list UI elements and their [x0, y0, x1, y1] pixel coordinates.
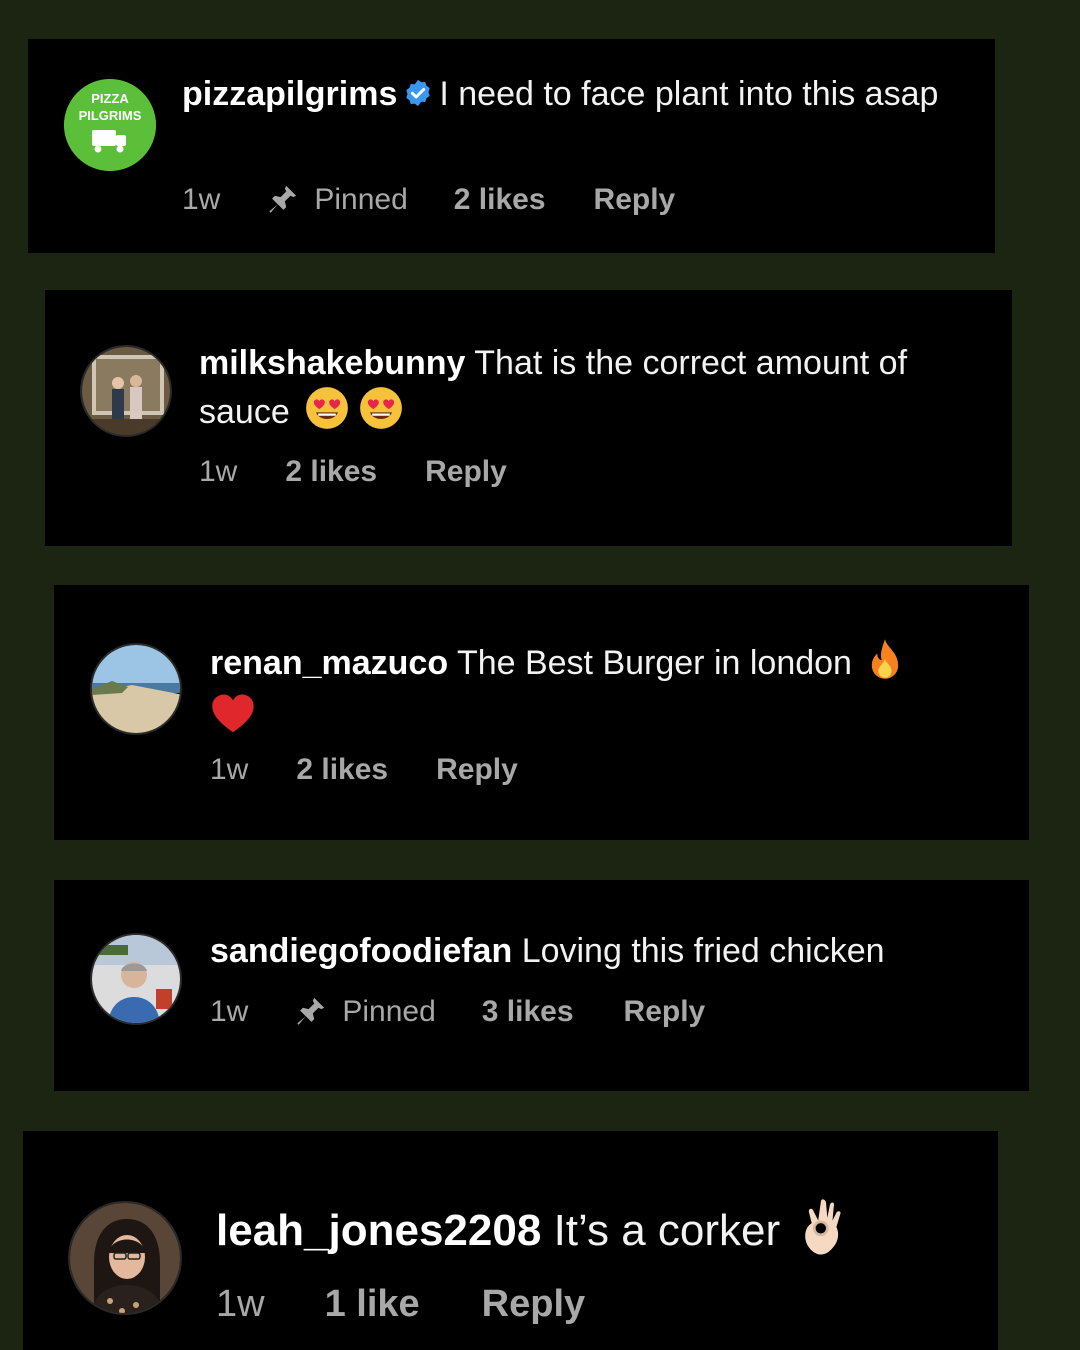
comment-meta: 1w 1 like Reply — [216, 1283, 585, 1326]
avatar[interactable] — [90, 933, 182, 1025]
likes-count[interactable]: 2 likes — [296, 753, 388, 787]
timestamp: 1w — [210, 995, 249, 1028]
timestamp: 1w — [199, 455, 238, 488]
comment-meta: 1w 2 likes Reply — [199, 455, 507, 489]
username[interactable]: sandiegofoodiefan — [210, 932, 512, 970]
man-photo — [92, 935, 180, 1023]
reply-button[interactable]: Reply — [436, 753, 518, 787]
comment-body: It’s a corker — [553, 1206, 781, 1256]
comment-text: milkshakebunny That is the correct amoun… — [199, 342, 989, 441]
heart-eyes-emoji — [305, 386, 349, 442]
avatar[interactable] — [90, 643, 182, 735]
username[interactable]: milkshakebunny — [199, 344, 465, 382]
fire-emoji — [865, 637, 905, 693]
pinned-text: Pinned — [342, 995, 436, 1028]
comment-body: The Best Burger in london — [456, 643, 852, 682]
likes-count[interactable]: 2 likes — [285, 455, 377, 489]
likes-count[interactable]: 3 likes — [482, 995, 574, 1029]
woman-photo — [70, 1203, 180, 1313]
comment-text: renan_mazuco The Best Burger in london — [210, 637, 1015, 747]
reply-button[interactable]: Reply — [624, 995, 706, 1029]
pin-icon — [269, 185, 297, 213]
comment-body: I need to face plant into this asap — [439, 75, 939, 113]
comment-meta: 1w 2 likes Reply — [210, 753, 518, 787]
comment-card: renan_mazuco The Best Burger in london 1… — [54, 585, 1029, 840]
pizza-pilgrims-logo: PIZZA PILGRIMS — [64, 79, 156, 171]
ok-hand-emoji — [800, 1197, 852, 1270]
heart-eyes-emoji — [359, 386, 403, 442]
pinned-text: Pinned — [314, 183, 408, 216]
verified-badge-icon — [406, 79, 431, 107]
comment-meta: 1w Pinned 2 likes Reply — [182, 183, 675, 217]
comment-card: PIZZA PILGRIMS pizzapilgrims I need to fa… — [28, 39, 995, 253]
timestamp: 1w — [182, 183, 221, 216]
pinned-label: Pinned — [264, 183, 408, 217]
couple-photo — [82, 347, 170, 435]
comment-meta: 1w Pinned 3 likes Reply — [210, 995, 705, 1029]
comment-card: sandiegofoodiefan Loving this fried chic… — [54, 880, 1029, 1091]
reply-button[interactable]: Reply — [482, 1283, 585, 1326]
likes-count[interactable]: 1 like — [325, 1283, 420, 1326]
svg-text:PIZZA: PIZZA — [91, 91, 129, 106]
likes-count[interactable]: 2 likes — [454, 183, 546, 217]
svg-text:PILGRIMS: PILGRIMS — [79, 108, 142, 123]
comment-card: milkshakebunny That is the correct amoun… — [45, 290, 1012, 546]
timestamp: 1w — [210, 753, 249, 786]
pinned-label: Pinned — [292, 995, 436, 1029]
comment-text: pizzapilgrims I need to face plant into t… — [182, 73, 982, 116]
comment-text: sandiegofoodiefan Loving this fried chic… — [210, 930, 1010, 973]
avatar[interactable] — [80, 345, 172, 437]
username[interactable]: renan_mazuco — [210, 644, 448, 682]
reply-button[interactable]: Reply — [425, 455, 507, 489]
avatar[interactable] — [68, 1201, 182, 1315]
pin-icon — [297, 997, 325, 1025]
reply-button[interactable]: Reply — [594, 183, 676, 217]
timestamp: 1w — [216, 1283, 265, 1325]
username[interactable]: pizzapilgrims — [182, 75, 397, 113]
avatar[interactable]: PIZZA PILGRIMS — [64, 79, 156, 171]
username[interactable]: leah_jones2208 — [216, 1206, 541, 1255]
comment-body: Loving this fried chicken — [521, 932, 885, 970]
red-heart-emoji — [210, 693, 256, 747]
comment-card: leah_jones2208 It’s a corker 1w 1 like R… — [23, 1131, 998, 1350]
comment-text: leah_jones2208 It’s a corker — [216, 1197, 986, 1270]
beach-photo — [92, 645, 180, 733]
